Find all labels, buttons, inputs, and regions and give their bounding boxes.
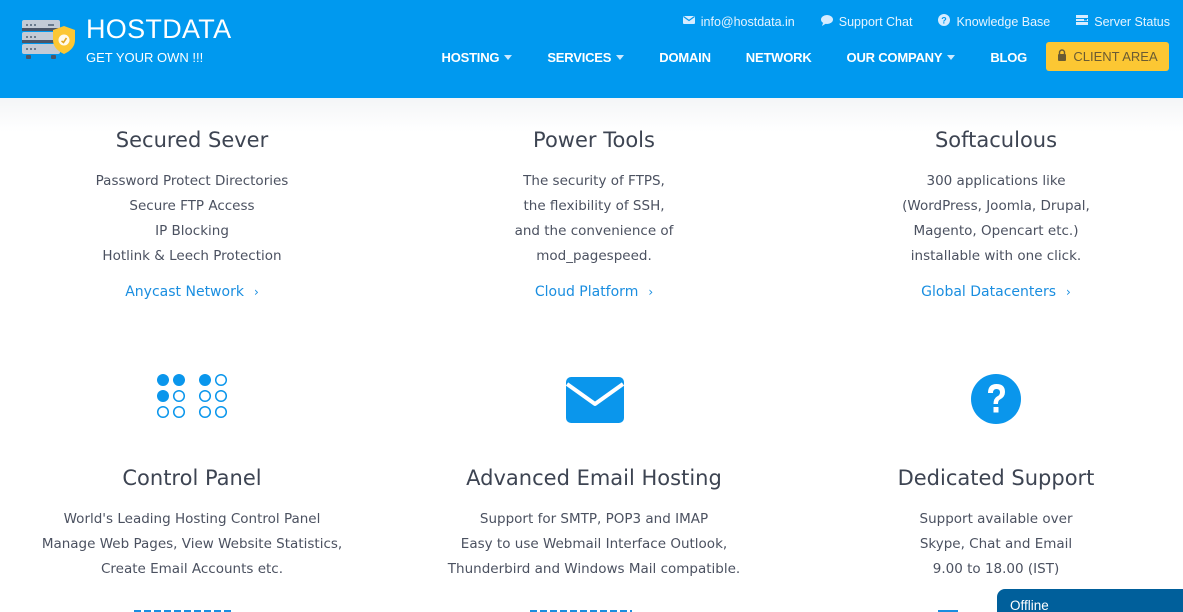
topbar-server-status-link[interactable]: Server Status [1076, 14, 1170, 29]
chevron-right-icon: › [253, 285, 259, 299]
nav-item-label: BLOG [990, 49, 1028, 65]
feature-line: 300 applications like [926, 173, 1066, 189]
global-datacenters-link[interactable]: Global Datacenters › [921, 284, 1071, 300]
feature-line: Manage Web Pages, View Website Statistic… [41, 536, 343, 552]
client-area-button[interactable]: CLIENT AREA [1046, 42, 1169, 71]
nav-item-label: HOSTING [441, 49, 500, 65]
feature-title: Softaculous [934, 128, 1058, 152]
topbar-knowledge-base-label: Knowledge Base [956, 14, 1051, 29]
svg-text:?: ? [942, 15, 948, 25]
chat-bubble-icon [820, 14, 833, 29]
feature-line: the flexibility of SSH, [523, 198, 665, 214]
chevron-right-icon: › [1066, 285, 1071, 299]
nav-item-label: OUR COMPANY [846, 49, 943, 65]
feature-line: Password Protect Directories [95, 173, 289, 189]
nav-item-services[interactable]: SERVICES [530, 50, 642, 65]
control-panel-link-clipped[interactable] [134, 607, 232, 612]
feature-line: 9.00 to 18.00 (IST) [932, 561, 1060, 577]
topbar-support-chat-link[interactable]: Support Chat [820, 14, 913, 29]
brand-title[interactable]: HOSTDATA [86, 14, 231, 45]
link-label: Global Datacenters [921, 284, 1057, 300]
caret-down-icon [616, 55, 625, 60]
client-area-label: CLIENT AREA [1073, 49, 1158, 64]
nav-item-label: DOMAIN [659, 49, 711, 65]
feature-line: Magento, Opencart etc.) [913, 223, 1079, 239]
link-label: Anycast Network [125, 284, 244, 300]
nav-item-blog[interactable]: BLOG [973, 50, 1045, 65]
nav-item-network[interactable]: NETWORK [728, 50, 829, 65]
feature-line: and the convenience of [514, 223, 674, 239]
link-label: Cloud Platform [534, 284, 639, 300]
main-nav: HOSTING SERVICES DOMAIN NETWORK OUR COMP… [424, 42, 1045, 72]
feature-power-tools: Power Tools The security of FTPS, the fl… [397, 125, 791, 300]
feature-advanced-email-hosting: Advanced Email Hosting Support for SMTP,… [397, 463, 791, 582]
feature-line: Thunderbird and Windows Mail compatible. [447, 561, 741, 577]
topbar-email-link[interactable]: info@hostdata.in [682, 14, 795, 29]
feature-line: Support for SMTP, POP3 and IMAP [479, 511, 709, 527]
chevron-right-icon: › [648, 285, 654, 299]
feature-line: Hotlink & Leech Protection [102, 248, 282, 264]
control-panel-dots-icon [154, 372, 230, 420]
topbar-support-chat-label: Support Chat [838, 14, 913, 29]
site-header: HOSTDATA GET YOUR OWN !!! info@hostdata.… [0, 0, 1183, 98]
feature-line: The security of FTPS, [523, 173, 665, 189]
feature-title: Secured Sever [115, 128, 269, 152]
topbar-email-label: info@hostdata.in [700, 14, 795, 29]
server-list-icon [1076, 14, 1089, 29]
top-utility-bar: info@hostdata.in Support Chat ? Knowledg… [682, 14, 1170, 29]
lock-icon [1057, 49, 1067, 64]
caret-down-icon [947, 55, 956, 60]
envelope-icon [682, 14, 695, 29]
envelope-icon [564, 376, 626, 424]
nav-item-domain[interactable]: DOMAIN [642, 50, 729, 65]
feature-line: Create Email Accounts etc. [100, 561, 284, 577]
feature-secured-server: Secured Sever Password Protect Directori… [0, 125, 389, 300]
nav-item-label: NETWORK [745, 49, 812, 65]
dedicated-support-link-clipped[interactable] [938, 608, 958, 612]
question-circle-icon: ? [938, 14, 951, 29]
feature-control-panel: Control Panel World's Leading Hosting Co… [0, 463, 389, 582]
chat-widget-offline[interactable]: Offline [997, 589, 1183, 612]
feature-line: Support available over [919, 511, 1073, 527]
email-hosting-link-clipped[interactable] [530, 607, 632, 612]
feature-line: Secure FTP Access [129, 198, 255, 214]
nav-item-hosting[interactable]: HOSTING [424, 50, 530, 65]
nav-item-our-company[interactable]: OUR COMPANY [829, 50, 973, 65]
feature-line: Easy to use Webmail Interface Outlook, [460, 536, 728, 552]
feature-dedicated-support: Dedicated Support Support available over… [799, 463, 1183, 582]
feature-line: World's Leading Hosting Control Panel [63, 511, 321, 527]
topbar-knowledge-base-link[interactable]: ? Knowledge Base [938, 14, 1050, 29]
anycast-network-link[interactable]: Anycast Network › [125, 284, 259, 300]
feature-line: Skype, Chat and Email [919, 536, 1073, 552]
brand-tagline: GET YOUR OWN !!! [86, 50, 204, 65]
feature-title: Dedicated Support [897, 466, 1095, 490]
question-circle-icon [970, 373, 1022, 425]
feature-line: mod_pagespeed. [536, 248, 652, 264]
cloud-platform-link[interactable]: Cloud Platform › [535, 284, 653, 300]
feature-title: Control Panel [122, 466, 262, 490]
nav-item-label: SERVICES [547, 49, 612, 65]
feature-title: Power Tools [533, 128, 655, 152]
feature-line: IP Blocking [155, 223, 229, 239]
server-shield-icon[interactable] [20, 16, 78, 62]
feature-softaculous: Softaculous 300 applications like (WordP… [799, 125, 1183, 300]
feature-line: installable with one click. [910, 248, 1082, 264]
feature-line: (WordPress, Joomla, Drupal, [902, 198, 1090, 214]
topbar-server-status-label: Server Status [1094, 14, 1170, 29]
feature-title: Advanced Email Hosting [466, 466, 722, 490]
caret-down-icon [504, 55, 513, 60]
chat-status-label: Offline [1010, 598, 1049, 612]
